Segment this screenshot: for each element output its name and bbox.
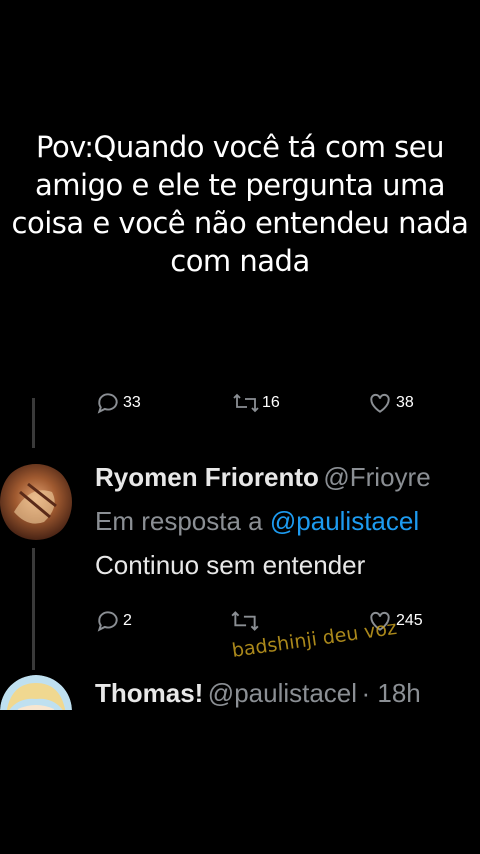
- retweet-action[interactable]: [230, 608, 260, 634]
- reply-prefix: Em resposta a: [95, 506, 263, 536]
- prev-reply-count: 33: [123, 394, 141, 411]
- prev-retweet-action[interactable]: 16: [232, 390, 280, 416]
- heart-icon: [370, 393, 390, 413]
- prev-reply-action[interactable]: 33: [95, 390, 141, 416]
- thread-line-middle: [32, 548, 35, 670]
- display-name[interactable]: Ryomen Friorento: [95, 462, 319, 492]
- tweet2-header: Thomas! @paulistacel · 18h: [95, 678, 421, 709]
- prev-like-count: 38: [396, 394, 414, 411]
- avatar-thomas[interactable]: [0, 675, 72, 710]
- retweet-icon: [233, 393, 259, 413]
- reply-icon: [97, 393, 118, 414]
- like-count: 245: [396, 612, 423, 629]
- avatar-ryomen[interactable]: [0, 462, 72, 542]
- reply-count: 2: [123, 612, 132, 629]
- thread-line-top: [32, 398, 35, 448]
- reply-mention-link[interactable]: @paulistacel: [270, 506, 419, 536]
- retweet-icon: [231, 611, 259, 631]
- reply-icon: [97, 611, 118, 632]
- prev-like-action[interactable]: 38: [366, 390, 414, 416]
- display-name[interactable]: Thomas!: [95, 678, 203, 708]
- user-handle[interactable]: @paulistacel: [208, 678, 357, 708]
- pov-caption: Pov:Quando você tá com seu amigo e ele t…: [11, 130, 469, 278]
- reply-context: Em resposta a @paulistacel: [95, 506, 419, 537]
- tweet-text: Continuo sem entender: [95, 550, 366, 580]
- reply-action[interactable]: 2: [95, 608, 132, 634]
- tweet-time: · 18h: [361, 678, 421, 708]
- tweet1-header: Ryomen Friorento @Frioyre: [95, 462, 431, 493]
- prev-retweet-count: 16: [262, 394, 280, 411]
- user-handle[interactable]: @Frioyre: [323, 462, 430, 492]
